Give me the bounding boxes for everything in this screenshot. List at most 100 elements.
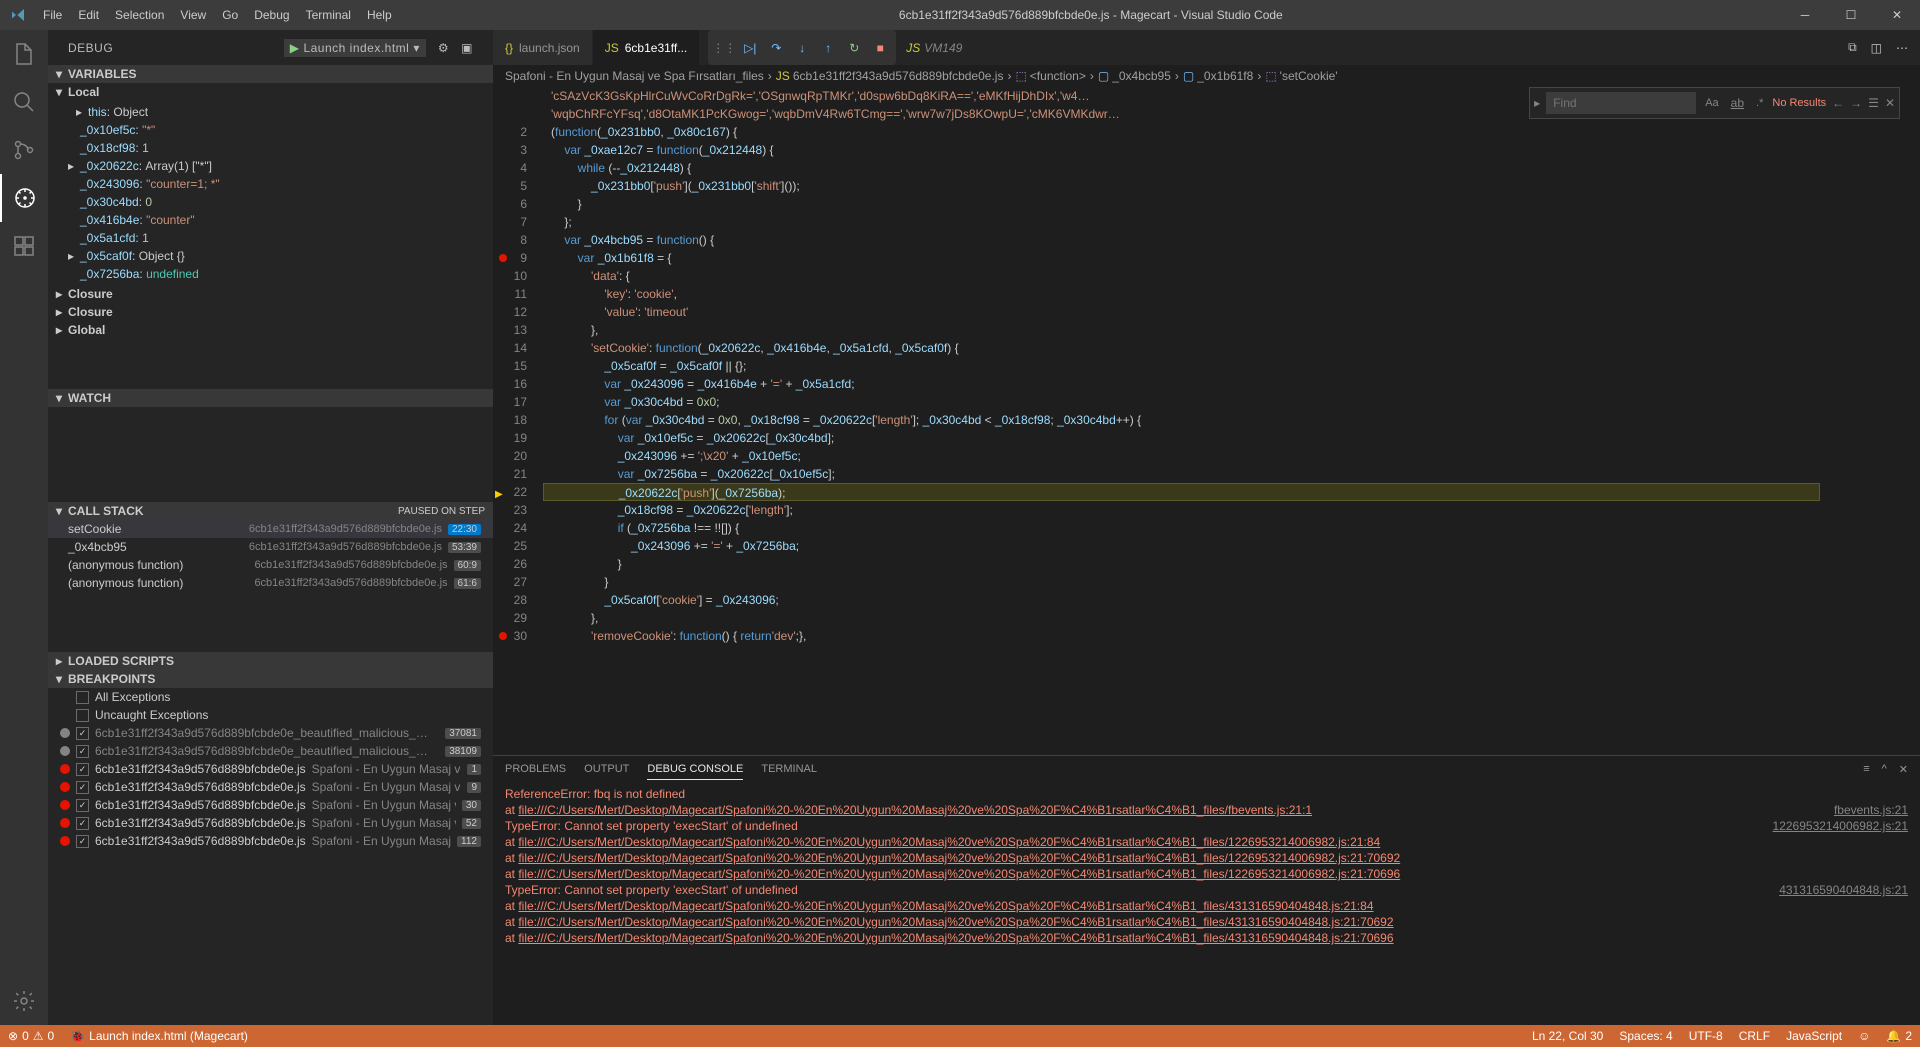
debug-icon[interactable] — [0, 174, 48, 222]
find-input[interactable] — [1546, 92, 1696, 114]
match-case-icon[interactable]: Aa — [1702, 97, 1721, 109]
code-area[interactable]: 2345678910111213141516171819202122▶23242… — [493, 87, 1920, 755]
variable-row[interactable]: ▸ _0x20622c: Array(1) ["*"] — [48, 157, 493, 175]
tab-active-file[interactable]: JS6cb1e31ff... — [593, 30, 701, 65]
close-button[interactable]: ✕ — [1874, 0, 1920, 30]
minimize-button[interactable]: ─ — [1782, 0, 1828, 30]
tab-debug-console[interactable]: DEBUG CONSOLE — [647, 763, 743, 780]
expand-replace-icon[interactable]: ▸ — [1534, 96, 1540, 110]
status-feedback[interactable]: ☺ — [1850, 1029, 1878, 1043]
menu-file[interactable]: File — [35, 0, 70, 30]
find-close-icon[interactable]: ✕ — [1885, 96, 1895, 110]
menu-debug[interactable]: Debug — [246, 0, 297, 30]
variable-row[interactable]: ▸ _0x5caf0f: Object {} — [48, 247, 493, 265]
status-lncol[interactable]: Ln 22, Col 30 — [1524, 1029, 1611, 1043]
scope-local[interactable]: ▾Local — [48, 83, 493, 101]
menu-go[interactable]: Go — [214, 0, 246, 30]
panel-close-icon[interactable]: ✕ — [1899, 763, 1908, 780]
callstack-frame[interactable]: (anonymous function)6cb1e31ff2f343a9d576… — [48, 556, 493, 574]
more-actions-icon[interactable]: ⋯ — [1896, 41, 1908, 55]
search-icon[interactable] — [0, 78, 48, 126]
menu-view[interactable]: View — [172, 0, 214, 30]
section-breakpoints[interactable]: ▾BREAKPOINTS — [48, 670, 493, 688]
status-lang[interactable]: JavaScript — [1778, 1029, 1850, 1043]
status-errors[interactable]: ⊗0 ⚠0 — [0, 1025, 62, 1047]
continue-icon[interactable]: ▷| — [738, 36, 762, 60]
variable-row[interactable]: _0x10ef5c: "*" — [48, 121, 493, 139]
breakpoint-row[interactable]: 6cb1e31ff2f343a9d576d889bfcbde0e_beautif… — [48, 742, 493, 760]
bc-var2[interactable]: ▢ _0x1b61f8 — [1183, 69, 1253, 83]
breakpoint-row[interactable]: 6cb1e31ff2f343a9d576d889bfcbde0e.jsSpafo… — [48, 778, 493, 796]
callstack-frame[interactable]: setCookie6cb1e31ff2f343a9d576d889bfcbde0… — [48, 520, 493, 538]
tab-output[interactable]: OUTPUT — [584, 763, 629, 779]
breadcrumbs[interactable]: Spafoni - En Uygun Masaj ve Spa Fırsatla… — [493, 65, 1920, 87]
bc-folder[interactable]: Spafoni - En Uygun Masaj ve Spa Fırsatla… — [505, 69, 764, 83]
status-eol[interactable]: CRLF — [1731, 1029, 1778, 1043]
find-next-icon[interactable]: → — [1850, 96, 1862, 110]
breakpoint-row[interactable]: 6cb1e31ff2f343a9d576d889bfcbde0e.jsSpafo… — [48, 760, 493, 778]
menu-selection[interactable]: Selection — [107, 0, 172, 30]
breakpoint-row[interactable]: 6cb1e31ff2f343a9d576d889bfcbde0e.jsSpafo… — [48, 814, 493, 832]
open-changes-icon[interactable]: ⧉ — [1848, 40, 1857, 55]
scope-closure1[interactable]: ▸Closure — [48, 285, 493, 303]
regex-icon[interactable]: .* — [1753, 97, 1766, 109]
minimap[interactable] — [1820, 87, 1920, 755]
step-over-icon[interactable]: ↷ — [764, 36, 788, 60]
gutter[interactable]: 2345678910111213141516171819202122▶23242… — [493, 87, 543, 755]
bp-uncaught-exceptions[interactable]: Uncaught Exceptions — [48, 706, 493, 724]
vm-source-label[interactable]: JSVM149 — [896, 30, 972, 65]
variable-row[interactable]: _0x243096: "counter=1; *" — [48, 175, 493, 193]
var-this[interactable]: ▸this: Object — [48, 103, 493, 121]
variable-row[interactable]: _0x30c4bd: 0 — [48, 193, 493, 211]
variable-row[interactable]: _0x416b4e: "counter" — [48, 211, 493, 229]
clear-console-icon[interactable]: ≡ — [1863, 763, 1869, 780]
step-out-icon[interactable]: ↑ — [816, 36, 840, 60]
variable-row[interactable]: _0x5a1cfd: 1 — [48, 229, 493, 247]
scope-closure2[interactable]: ▸Closure — [48, 303, 493, 321]
restart-icon[interactable]: ↻ — [842, 36, 866, 60]
bc-file[interactable]: JS 6cb1e31ff2f343a9d576d889bfcbde0e.js — [776, 69, 1004, 83]
panel-maximize-icon[interactable]: ^ — [1882, 763, 1887, 780]
section-loaded-scripts[interactable]: ▸LOADED SCRIPTS — [48, 652, 493, 670]
scope-global[interactable]: ▸Global — [48, 321, 493, 339]
code-content[interactable]: 'cSAzVcK3GsKpHlrCuWvCoRrDgRk=','OSgnwqRp… — [543, 87, 1820, 755]
bc-var3[interactable]: ⬚ 'setCookie' — [1265, 69, 1337, 83]
console-icon[interactable]: ▣ — [461, 41, 473, 55]
drag-handle-icon[interactable]: ⋮⋮ — [712, 36, 736, 60]
variable-row[interactable]: _0x18cf98: 1 — [48, 139, 493, 157]
section-watch[interactable]: ▾WATCH — [48, 389, 493, 407]
variable-row[interactable]: _0x7256ba: undefined — [48, 265, 493, 283]
callstack-frame[interactable]: (anonymous function)6cb1e31ff2f343a9d576… — [48, 574, 493, 592]
breakpoint-row[interactable]: 6cb1e31ff2f343a9d576d889bfcbde0e.jsSpafo… — [48, 796, 493, 814]
section-callstack[interactable]: ▾CALL STACKPAUSED ON STEP — [48, 502, 493, 520]
menu-terminal[interactable]: Terminal — [298, 0, 359, 30]
tab-terminal[interactable]: TERMINAL — [761, 763, 817, 779]
breakpoint-row[interactable]: 6cb1e31ff2f343a9d576d889bfcbde0e.jsSpafo… — [48, 832, 493, 850]
bc-var1[interactable]: ▢ _0x4bcb95 — [1098, 69, 1171, 83]
split-editor-icon[interactable]: ◫ — [1871, 41, 1882, 55]
menu-help[interactable]: Help — [359, 0, 400, 30]
find-prev-icon[interactable]: ← — [1832, 96, 1844, 110]
callstack-frame[interactable]: _0x4bcb956cb1e31ff2f343a9d576d889bfcbde0… — [48, 538, 493, 556]
breakpoint-row[interactable]: 6cb1e31ff2f343a9d576d889bfcbde0e_beautif… — [48, 724, 493, 742]
explorer-icon[interactable] — [0, 30, 48, 78]
status-launch[interactable]: 🐞Launch index.html (Magecart) — [62, 1025, 256, 1047]
bp-all-exceptions[interactable]: All Exceptions — [48, 688, 493, 706]
whole-word-icon[interactable]: ab — [1728, 96, 1747, 110]
scm-icon[interactable] — [0, 126, 48, 174]
menu-edit[interactable]: Edit — [70, 0, 107, 30]
status-notifications[interactable]: 🔔2 — [1878, 1029, 1920, 1043]
find-selection-icon[interactable]: ☰ — [1868, 96, 1879, 110]
maximize-button[interactable]: ☐ — [1828, 0, 1874, 30]
debug-console-output[interactable]: ReferenceError: fbq is not definedfbeven… — [493, 786, 1920, 1025]
status-spaces[interactable]: Spaces: 4 — [1611, 1029, 1680, 1043]
tab-launch-json[interactable]: {}launch.json — [493, 30, 593, 65]
settings-icon[interactable] — [0, 977, 48, 1025]
status-encoding[interactable]: UTF-8 — [1681, 1029, 1731, 1043]
step-into-icon[interactable]: ↓ — [790, 36, 814, 60]
launch-config-selector[interactable]: ▶ Launch index.html ▾ — [284, 39, 426, 57]
extensions-icon[interactable] — [0, 222, 48, 270]
gear-icon[interactable]: ⚙ — [438, 41, 449, 55]
section-variables[interactable]: ▾VARIABLES — [48, 65, 493, 83]
stop-icon[interactable]: ■ — [868, 36, 892, 60]
